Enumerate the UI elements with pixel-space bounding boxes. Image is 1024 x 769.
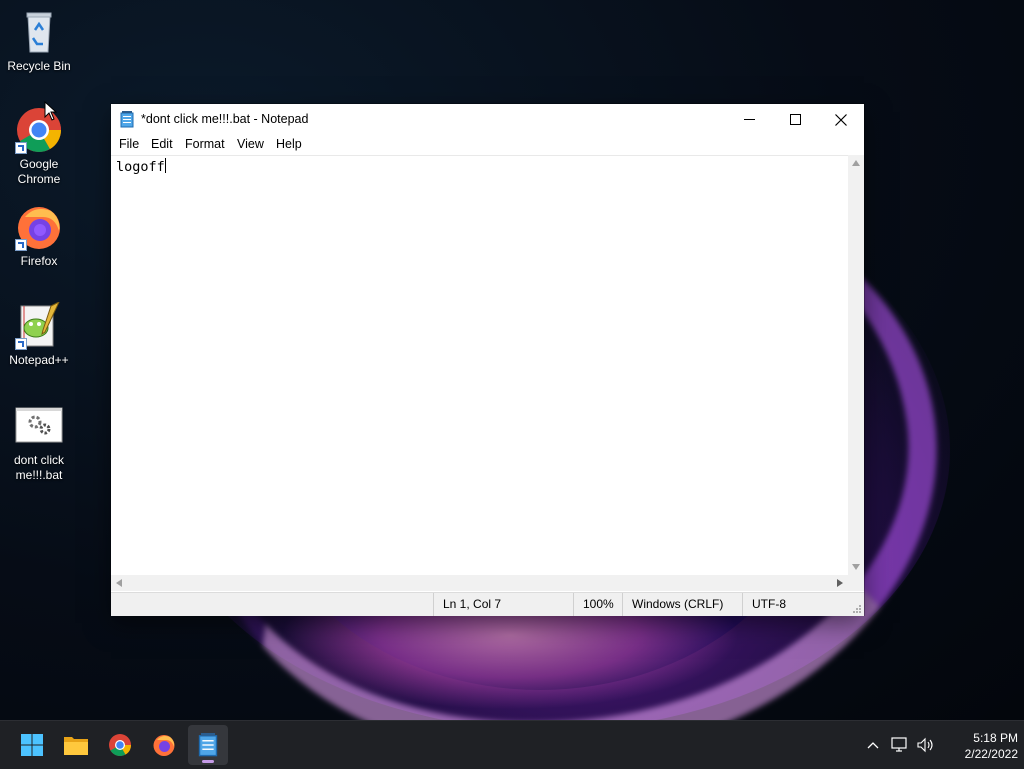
desktop-icon-notepad-plus-plus[interactable]: Notepad++: [2, 300, 76, 368]
chevron-up-icon: [867, 742, 879, 749]
start-icon: [21, 734, 43, 756]
close-icon: [835, 113, 847, 126]
show-hidden-icons-button[interactable]: [863, 735, 883, 755]
menu-edit[interactable]: Edit: [151, 137, 173, 151]
shortcut-arrow-icon: [15, 142, 27, 154]
notepad-window[interactable]: *dont click me!!!.bat - Notepad File Edi…: [111, 104, 864, 616]
vertical-scrollbar[interactable]: [848, 155, 864, 575]
minimize-icon: [743, 119, 755, 120]
notepad-icon: [198, 733, 218, 757]
scrollbar-corner: [848, 575, 864, 591]
volume-button[interactable]: [916, 735, 936, 755]
horizontal-scrollbar[interactable]: [111, 575, 848, 591]
network-icon: [891, 737, 907, 752]
menu-view[interactable]: View: [237, 137, 264, 151]
maximize-button[interactable]: [772, 104, 818, 135]
clock-date: 2/22/2022: [964, 747, 1018, 761]
taskbar-notepad[interactable]: [188, 725, 228, 765]
status-zoom: 100%: [573, 593, 623, 616]
shortcut-arrow-icon: [15, 338, 27, 350]
scroll-up-icon[interactable]: [852, 160, 860, 166]
status-line-ending: Windows (CRLF): [622, 593, 742, 616]
status-encoding: UTF-8: [742, 593, 852, 616]
notepad-plus-plus-icon: [15, 300, 63, 350]
resize-grip-icon[interactable]: [852, 604, 862, 614]
maximize-icon: [789, 114, 801, 125]
desktop-icon-recycle-bin[interactable]: Recycle Bin: [2, 8, 76, 74]
taskbar-file-explorer[interactable]: [56, 725, 96, 765]
text-editor[interactable]: logoff: [111, 155, 848, 576]
menu-help[interactable]: Help: [276, 137, 302, 151]
desktop-icon-batch-file[interactable]: dont click me!!!.bat: [2, 402, 76, 483]
taskbar: 5:18 PM 2/22/2022: [0, 720, 1024, 769]
scroll-down-icon[interactable]: [852, 564, 860, 570]
editor-text: logoff: [116, 159, 165, 175]
status-bar: Ln 1, Col 7 100% Windows (CRLF) UTF-8: [111, 592, 864, 616]
status-cursor-position: Ln 1, Col 7: [433, 593, 573, 616]
editor-content[interactable]: logoff: [116, 158, 166, 175]
menu-format[interactable]: Format: [185, 137, 225, 151]
desktop-icon-google-chrome[interactable]: Google Chrome: [2, 106, 76, 187]
minimize-button[interactable]: [726, 104, 772, 135]
notepad-icon: [120, 111, 134, 128]
close-button[interactable]: [818, 104, 864, 135]
firefox-icon: [15, 203, 63, 251]
file-explorer-icon: [64, 737, 88, 755]
shortcut-arrow-icon: [15, 239, 27, 251]
scroll-left-icon[interactable]: [116, 579, 122, 587]
taskbar-firefox[interactable]: [144, 725, 184, 765]
desktop-icon-label: dont click me!!!.bat: [13, 453, 65, 482]
taskbar-chrome[interactable]: [100, 725, 140, 765]
window-title: *dont click me!!!.bat - Notepad: [141, 112, 309, 126]
batch-file-icon: [15, 402, 63, 450]
desktop-icon-label: Google Chrome: [17, 157, 61, 186]
network-button[interactable]: [890, 735, 910, 755]
desktop-icon-label: Recycle Bin: [7, 59, 71, 73]
desktop-icon-firefox[interactable]: Firefox: [2, 203, 76, 269]
system-clock[interactable]: 5:18 PM 2/22/2022: [938, 730, 1018, 762]
scroll-right-icon[interactable]: [837, 579, 843, 587]
desktop-icon-label: Firefox: [20, 254, 58, 268]
start-button[interactable]: [12, 725, 52, 765]
text-caret: [164, 158, 166, 173]
chrome-icon: [109, 734, 131, 756]
clock-time: 5:18 PM: [973, 731, 1018, 745]
active-app-indicator: [202, 760, 214, 763]
menu-file[interactable]: File: [119, 137, 139, 151]
recycle-bin-icon: [15, 8, 63, 56]
firefox-icon: [153, 735, 175, 756]
desktop-icon-label: Notepad++: [9, 353, 69, 367]
title-bar[interactable]: *dont click me!!!.bat - Notepad: [111, 104, 864, 135]
volume-icon: [917, 737, 933, 753]
menu-bar: File Edit Format View Help: [111, 135, 864, 155]
mouse-cursor-icon: [44, 101, 58, 121]
